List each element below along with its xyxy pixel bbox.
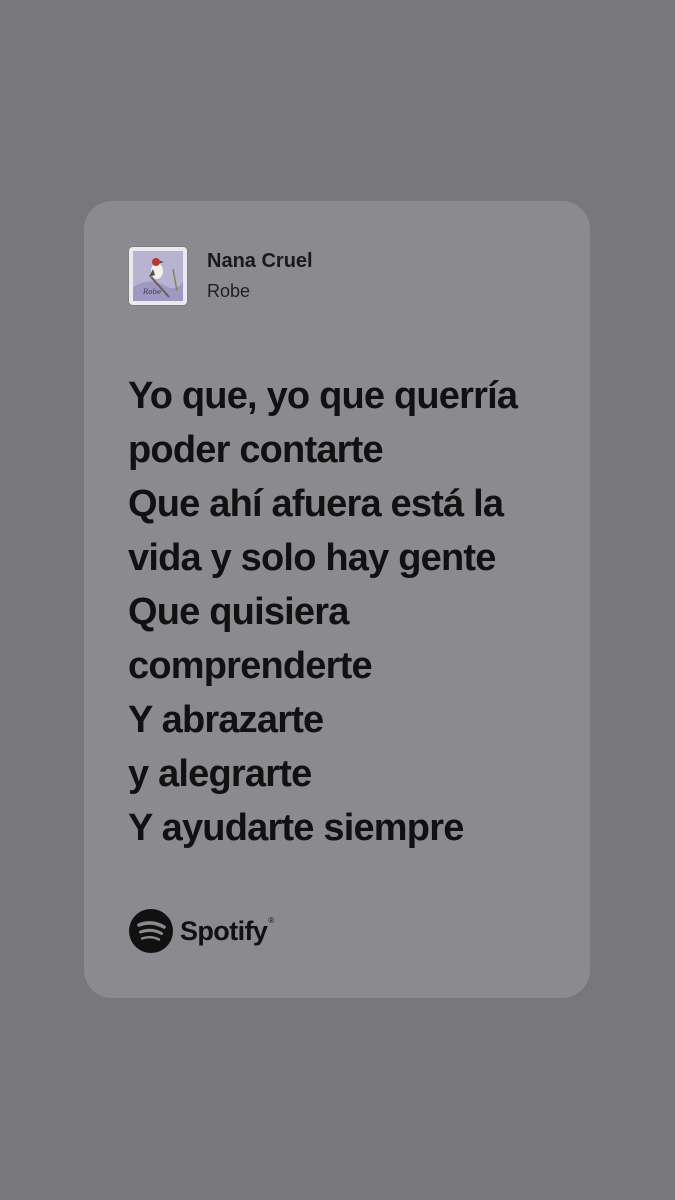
spotify-brand: Spotify® <box>129 909 274 953</box>
lyric-line: poder contarte <box>128 429 384 471</box>
lyric-line: Y abrazarte <box>128 699 324 741</box>
cover-text: Robe <box>142 288 161 296</box>
lyric-line: Que quisiera <box>128 591 349 633</box>
spotify-logo-icon <box>129 909 173 953</box>
song-meta: Nana Cruel Robe <box>207 248 313 304</box>
lyric-line: y alegrarte <box>128 753 312 795</box>
lyric-line: Que ahí afuera está la <box>128 483 504 525</box>
song-artist: Robe <box>207 281 251 301</box>
lyric-line: Y ayudarte siempre <box>128 807 464 849</box>
song-header: Robe Nana Cruel Robe <box>129 247 313 305</box>
lyric-line: Yo que, yo que querría <box>128 375 518 417</box>
lyric-line: vida y solo hay gente <box>128 537 496 579</box>
lyrics-share-card: Robe Nana Cruel Robe Yo que, yo que quer… <box>84 201 590 998</box>
song-title: Nana Cruel <box>207 250 313 272</box>
album-cover: Robe <box>129 247 187 305</box>
lyric-line: comprenderte <box>128 645 373 687</box>
spotify-wordmark: Spotify® <box>180 915 274 946</box>
album-cover-art: Robe <box>129 247 187 305</box>
lyrics-block: Yo que, yo que querría poder contarte Qu… <box>128 369 578 855</box>
